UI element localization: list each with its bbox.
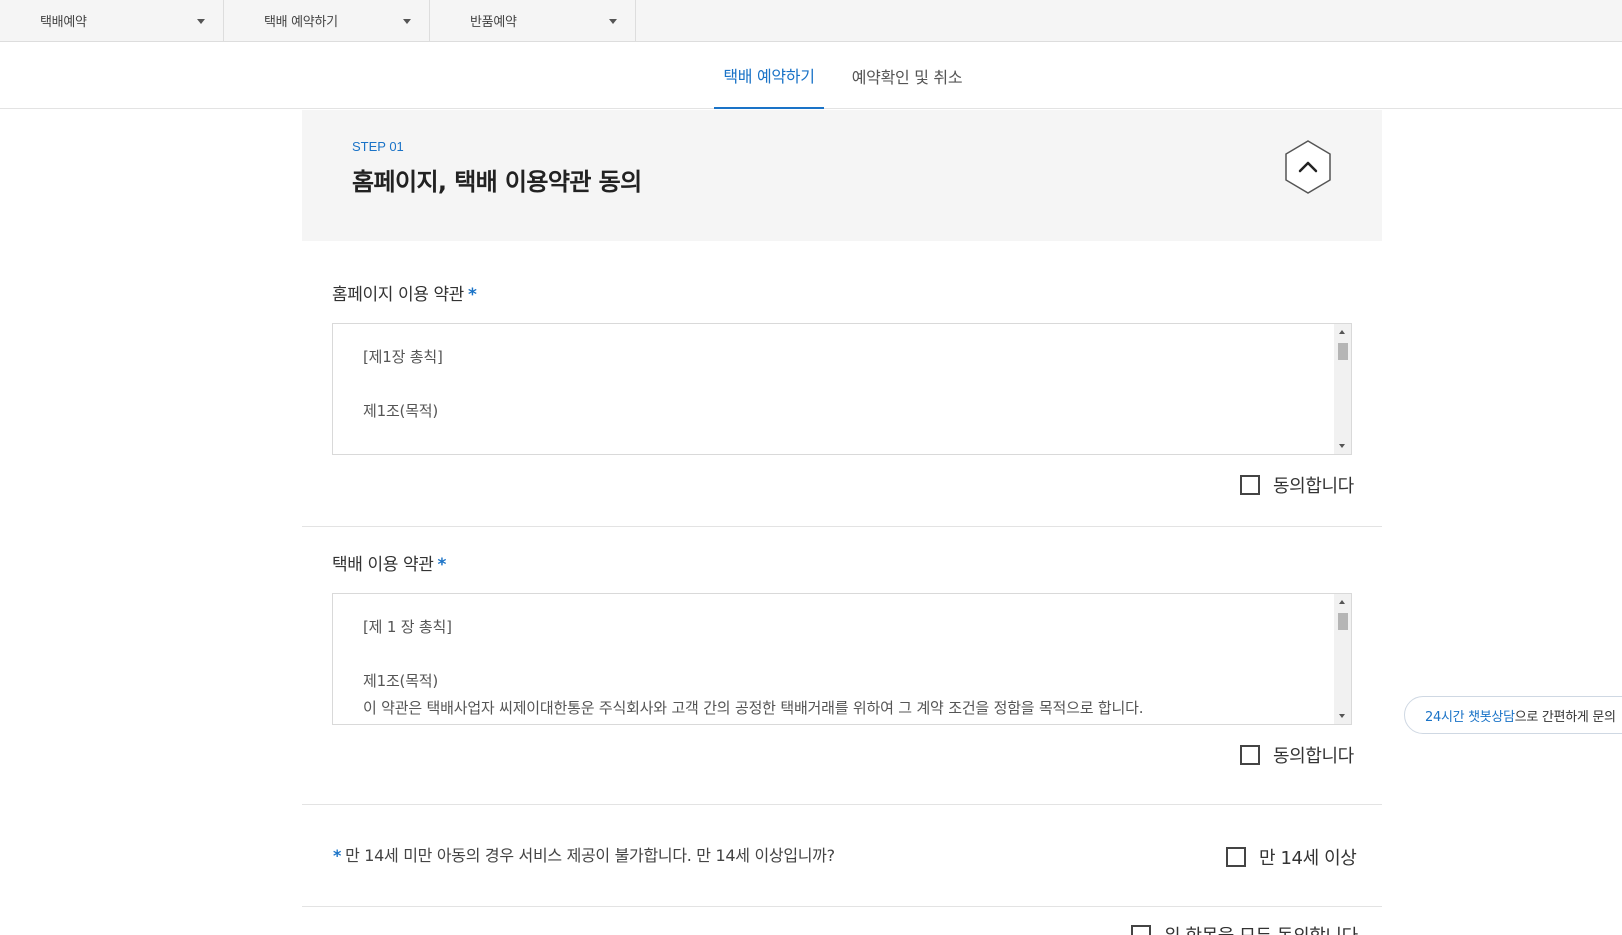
top-navigation-bar: 택배예약 택배 예약하기 반품예약 (0, 0, 1622, 42)
chatbot-text: 으로 간편하게 문의 (1514, 709, 1616, 725)
caret-down-icon (403, 19, 411, 24)
tab-bar: 택배 예약하기 예약확인 및 취소 (0, 42, 1622, 109)
agree-label: 동의합니다 (1273, 746, 1354, 767)
checkbox[interactable] (1131, 925, 1151, 935)
age-question: * 만 14세 미만 아동의 경우 서비스 제공이 불가합니다. 만 14세 이상… (333, 842, 835, 866)
scroll-up-icon[interactable] (1339, 330, 1345, 334)
terms-line: [제 1 장 총칙] (363, 618, 452, 636)
divider (302, 804, 1382, 805)
agree-all-label: 위 항목을 모두 동의합니다 (1164, 922, 1358, 935)
age-over-14-checkbox[interactable]: 만 14세 이상 (1226, 844, 1357, 870)
scroll-up-icon[interactable] (1339, 600, 1345, 604)
step-number: STEP 01 (352, 139, 404, 154)
checkbox[interactable] (1240, 745, 1260, 765)
collapse-button[interactable] (1283, 139, 1333, 195)
scrollbar[interactable] (1334, 594, 1351, 724)
required-mark: * (437, 555, 446, 575)
divider (302, 526, 1382, 527)
chatbot-button[interactable]: 24시간 챗봇상담 으로 간편하게 문의 (1404, 696, 1622, 734)
dropdown-label: 택배 예약하기 (264, 15, 338, 30)
dropdown-return[interactable]: 반품예약 (430, 0, 636, 41)
terms-line: [제1장 총칙] (363, 348, 443, 366)
homepage-terms-box[interactable]: [제1장 총칙] 제1조(목적) (332, 323, 1352, 455)
chevron-up-icon (1285, 140, 1331, 194)
terms-line: 이 약관은 택배사업자 씨제이대한통운 주식회사와 고객 간의 공정한 택배거래… (363, 699, 1144, 717)
step-title: 홈페이지, 택배 이용약관 동의 (352, 168, 642, 196)
tab-reserve[interactable]: 택배 예약하기 (714, 42, 824, 109)
age-label: 만 14세 이상 (1259, 848, 1357, 869)
checkbox[interactable] (1226, 847, 1246, 867)
delivery-terms-box[interactable]: [제 1 장 총칙] 제1조(목적) 이 약관은 택배사업자 씨제이대한통운 주… (332, 593, 1352, 725)
required-mark: * (467, 285, 477, 305)
age-question-text: 만 14세 미만 아동의 경우 서비스 제공이 불가합니다. 만 14세 이상입… (345, 846, 835, 865)
divider (302, 906, 1382, 907)
required-mark: * (333, 846, 342, 865)
agree-all-checkbox[interactable]: 위 항목을 모두 동의합니다 (1131, 922, 1358, 935)
scroll-thumb[interactable] (1338, 343, 1348, 360)
tab-confirm-cancel[interactable]: 예약확인 및 취소 (844, 42, 970, 109)
scrollbar[interactable] (1334, 324, 1351, 454)
section-title-text: 택배 이용 약관 (332, 555, 434, 575)
dropdown-label: 택배예약 (40, 15, 87, 30)
homepage-terms-agree[interactable]: 동의합니다 (1240, 472, 1354, 498)
dropdown-label: 반품예약 (470, 15, 517, 30)
scroll-down-icon[interactable] (1339, 714, 1345, 718)
agree-label: 동의합니다 (1273, 476, 1354, 497)
delivery-terms-agree[interactable]: 동의합니다 (1240, 742, 1354, 768)
dropdown-submenu[interactable]: 택배 예약하기 (224, 0, 430, 41)
checkbox[interactable] (1240, 475, 1260, 495)
caret-down-icon (609, 19, 617, 24)
caret-down-icon (197, 19, 205, 24)
delivery-terms-title: 택배 이용 약관 * (332, 550, 446, 575)
terms-line: 제1조(목적) (363, 402, 439, 420)
section-title-text: 홈페이지 이용 약관 (332, 285, 464, 305)
dropdown-service[interactable]: 택배예약 (0, 0, 224, 41)
step-header: STEP 01 홈페이지, 택배 이용약관 동의 (302, 110, 1382, 241)
terms-line: 제1조(목적) (363, 672, 439, 690)
scroll-down-icon[interactable] (1339, 444, 1345, 448)
homepage-terms-title: 홈페이지 이용 약관 * (332, 280, 477, 305)
scroll-thumb[interactable] (1338, 613, 1348, 630)
chatbot-highlight: 24시간 챗봇상담 (1425, 709, 1515, 725)
